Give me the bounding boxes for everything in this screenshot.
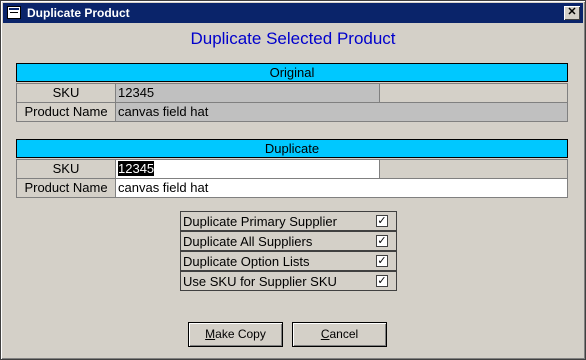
option-label: Duplicate Primary Supplier — [183, 214, 337, 229]
checkbox[interactable]: ✓ — [376, 215, 388, 227]
duplicate-name-input[interactable]: canvas field hat — [115, 178, 568, 198]
cancel-label: ancel — [329, 327, 359, 341]
checkbox[interactable]: ✓ — [376, 275, 388, 287]
option-use-sku-for-supplier-sku[interactable]: Use SKU for Supplier SKU ✓ — [180, 271, 397, 291]
duplicate-sku-label: SKU — [16, 159, 116, 179]
original-name-label: Product Name — [16, 102, 116, 122]
option-duplicate-all-suppliers[interactable]: Duplicate All Suppliers ✓ — [180, 231, 397, 251]
duplicate-sku-input[interactable]: 12345 — [115, 159, 380, 179]
original-sku-spacer — [379, 83, 568, 103]
page-title: Duplicate Selected Product — [190, 29, 396, 48]
duplicate-section-header: Duplicate — [16, 139, 568, 158]
option-label: Use SKU for Supplier SKU — [183, 274, 337, 289]
option-duplicate-option-lists[interactable]: Duplicate Option Lists ✓ — [180, 251, 397, 271]
form-icon — [7, 6, 21, 19]
option-label: Duplicate Option Lists — [183, 254, 310, 269]
original-section-header: Original — [16, 63, 568, 82]
original-sku-label: SKU — [16, 83, 116, 103]
checkbox[interactable]: ✓ — [376, 235, 388, 247]
close-button[interactable]: ✕ — [564, 6, 580, 20]
original-sku-field: 12345 — [115, 83, 380, 103]
duplicate-sku-value: 12345 — [118, 161, 155, 176]
title-bar: Duplicate Product ✕ — [3, 3, 583, 23]
option-label: Duplicate All Suppliers — [183, 234, 313, 249]
duplicate-name-label: Product Name — [16, 178, 116, 198]
make-copy-accelerator: M — [205, 327, 216, 341]
make-copy-label: ake Copy — [215, 327, 266, 341]
window-title: Duplicate Product — [27, 6, 130, 20]
duplicate-sku-spacer — [379, 159, 568, 179]
checkbox[interactable]: ✓ — [376, 255, 388, 267]
cancel-button[interactable]: Cancel — [292, 322, 387, 347]
option-duplicate-primary-supplier[interactable]: Duplicate Primary Supplier ✓ — [180, 211, 397, 231]
original-name-field: canvas field hat — [115, 102, 568, 122]
make-copy-button[interactable]: Make Copy — [188, 322, 283, 347]
